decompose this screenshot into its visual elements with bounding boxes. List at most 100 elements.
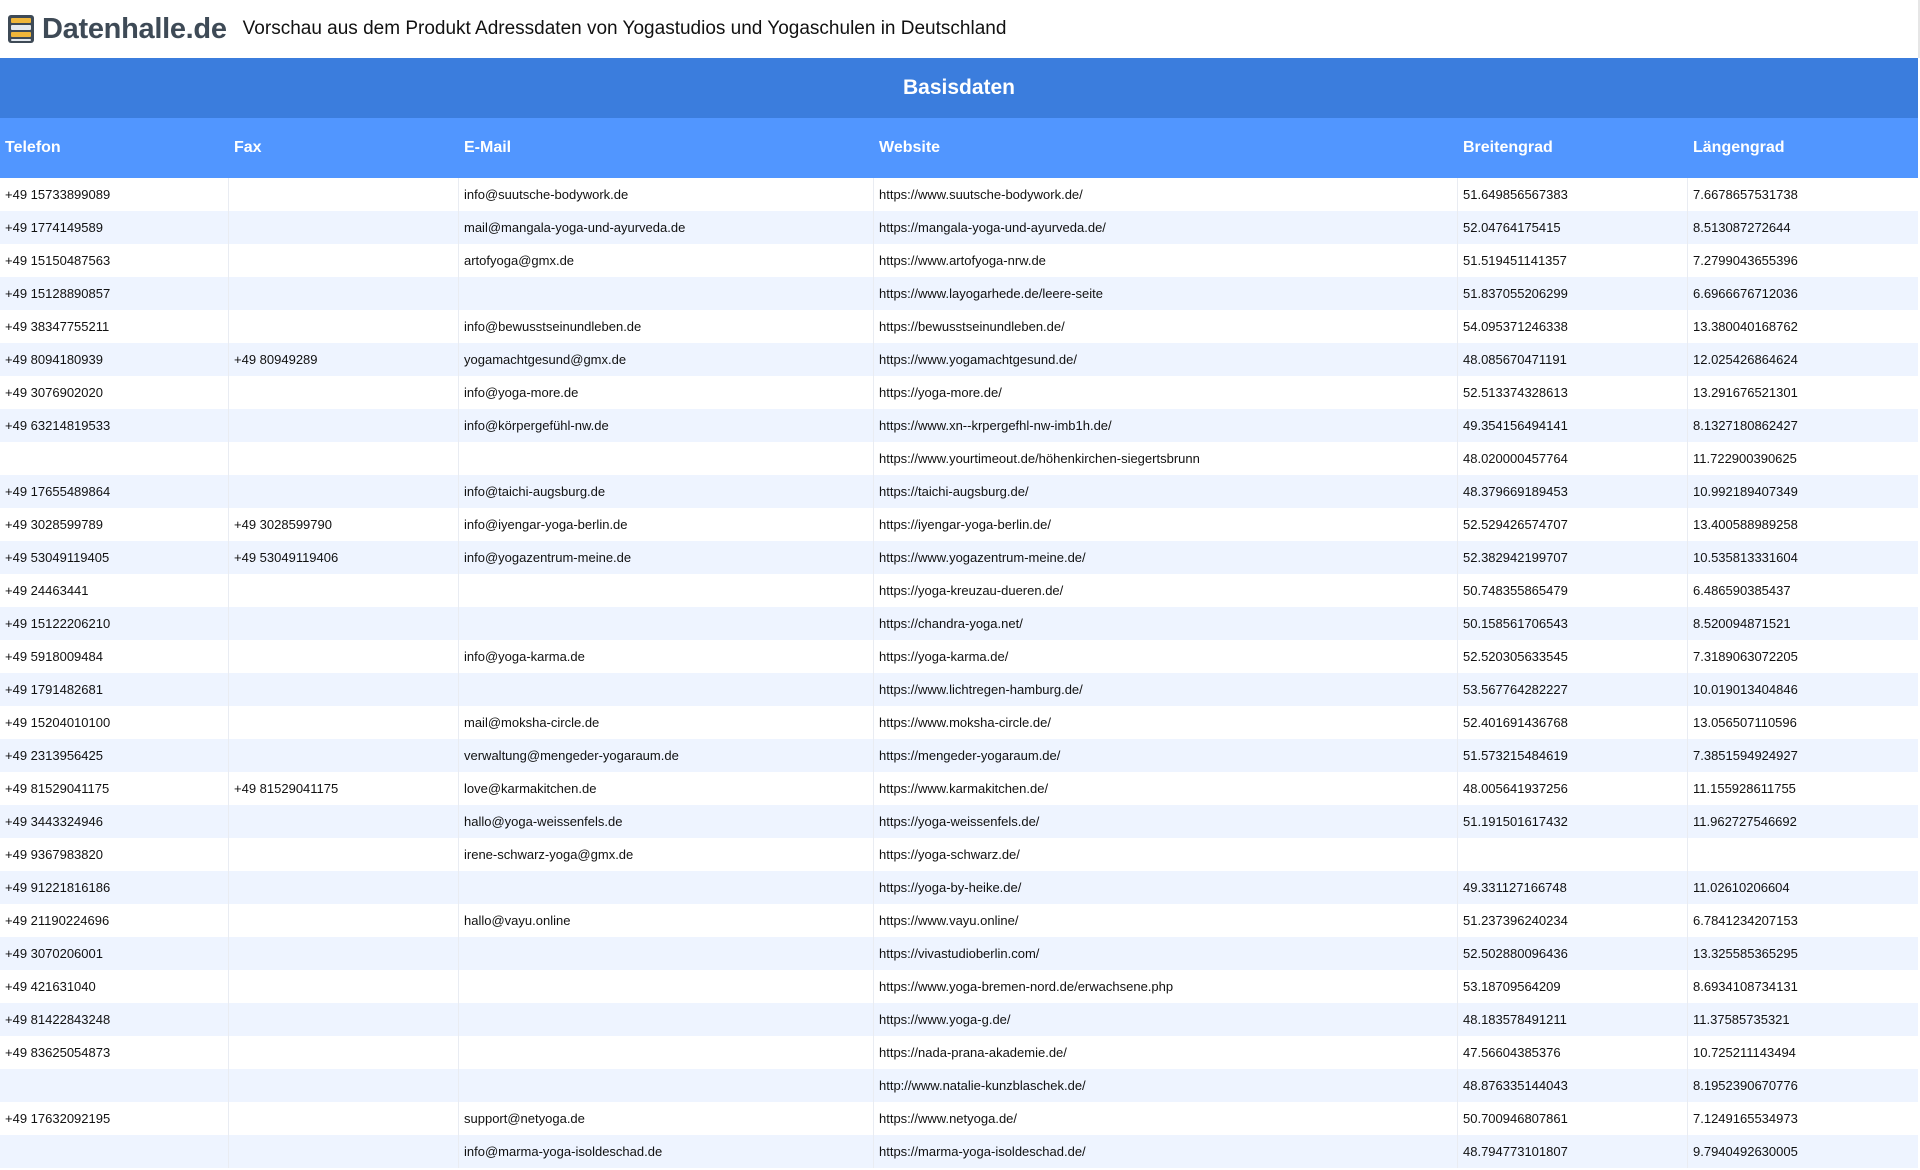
cell-breitengrad: 52.502880096436 (1458, 937, 1688, 970)
cell-email (459, 277, 874, 310)
cell-laengengrad: 13.291676521301 (1693, 385, 1798, 400)
cell-website: https://taichi-augsburg.de/ (874, 475, 1458, 508)
cell-email (459, 1036, 874, 1069)
cell-laengengrad: 7.6678657531738 (1693, 187, 1798, 202)
cell-fax (229, 211, 459, 244)
cell-laengengrad: 8.1952390670776 (1693, 1078, 1798, 1093)
logo[interactable]: Datenhalle.de (6, 12, 227, 46)
cell-email (459, 673, 874, 706)
cell-breitengrad: 50.748355865479 (1458, 574, 1688, 607)
cell-telefon: +49 24463441 (0, 574, 229, 607)
cell-telefon: +49 83625054873 (0, 1036, 229, 1069)
cell-breitengrad: 47.56604385376 (1458, 1036, 1688, 1069)
table-row: +49 15122206210 https://chandra-yoga.net/… (0, 607, 1918, 640)
logo-text: Datenhalle.de (42, 12, 227, 45)
table-row: https://www.yourtimeout.de/höhenkirchen-… (0, 442, 1918, 475)
cell-breitengrad: 48.183578491211 (1458, 1003, 1688, 1036)
cell-email: verwaltung@mengeder-yogaraum.de (459, 739, 874, 772)
table-row: +49 2313956425 verwaltung@mengeder-yogara… (0, 739, 1918, 772)
cell-breitengrad: 52.513374328613 (1458, 376, 1688, 409)
cell-email (459, 574, 874, 607)
cell-website: https://yoga-schwarz.de/ (874, 838, 1458, 871)
cell-email (459, 937, 874, 970)
cell-laengengrad: 11.02610206604 (1693, 880, 1790, 895)
cell-laengengrad: 7.2799043655396 (1693, 253, 1798, 268)
cell-fax: +49 81529041175 (229, 772, 459, 805)
cell-breitengrad: 51.837055206299 (1458, 277, 1688, 310)
data-table: Basisdaten Telefon Fax E-Mail Website Breite… (0, 58, 1918, 1168)
cell-email: info@bewusstseinundleben.de (459, 310, 874, 343)
cell-telefon: +49 3443324946 (0, 805, 229, 838)
cell-breitengrad: 53.567764282227 (1458, 673, 1688, 706)
cell-laengengrad: 9.7940492630005 (1693, 1144, 1798, 1159)
table-row: +49 17632092195 support@netyoga.de https:/… (0, 1102, 1918, 1135)
table-row: +49 21190224696 hallo@vayu.online https://… (0, 904, 1918, 937)
cell-website: https://www.lichtregen-hamburg.de/ (874, 673, 1458, 706)
cell-email: info@marma-yoga-isoldeschad.de (459, 1135, 874, 1168)
cell-fax (229, 970, 459, 1003)
table-row: +49 9367983820 irene-schwarz-yoga@gmx.de h… (0, 838, 1918, 871)
cell-telefon: +49 91221816186 (0, 871, 229, 904)
cell-telefon: +49 15150487563 (0, 244, 229, 277)
cell-telefon: +49 81529041175 (0, 772, 229, 805)
cell-fax (229, 310, 459, 343)
cell-fax (229, 409, 459, 442)
cell-telefon: +49 81422843248 (0, 1003, 229, 1036)
cell-website: https://bewusstseinundleben.de/ (874, 310, 1458, 343)
cell-telefon: +49 2313956425 (0, 739, 229, 772)
cell-breitengrad: 53.18709564209 (1458, 970, 1688, 1003)
table-row: +49 8094180939 +49 80949289 yogamachtgesun… (0, 343, 1918, 376)
cell-fax (229, 640, 459, 673)
cell-laengengrad: 12.025426864624 (1693, 352, 1798, 367)
table-row: +49 5918009484 info@yoga-karma.de https://… (0, 640, 1918, 673)
table-row: +49 1791482681 https://www.lichtregen-ham… (0, 673, 1918, 706)
table-row: +49 3443324946 hallo@yoga-weissenfels.de h… (0, 805, 1918, 838)
cell-laengengrad: 11.962727546692 (1693, 814, 1797, 829)
table-row: +49 15128890857 https://www.layogarhede.d… (0, 277, 1918, 310)
cell-laengengrad: 6.6966676712036 (1693, 286, 1798, 301)
cell-email (459, 607, 874, 640)
table-row: +49 421631040 https://www.yoga-bremen-nor… (0, 970, 1918, 1003)
cell-telefon: +49 15204010100 (0, 706, 229, 739)
cell-telefon: +49 3076902020 (0, 376, 229, 409)
cell-laengengrad: 8.520094871521 (1693, 616, 1791, 631)
cell-laengengrad: 10.535813331604 (1693, 550, 1798, 565)
cell-laengengrad: 8.1327180862427 (1693, 418, 1798, 433)
table-row: +49 17655489864 info@taichi-augsburg.de ht… (0, 475, 1918, 508)
cell-breitengrad: 52.520305633545 (1458, 640, 1688, 673)
cell-website: https://www.vayu.online/ (874, 904, 1458, 937)
cell-breitengrad: 51.573215484619 (1458, 739, 1688, 772)
cell-website: http://www.natalie-kunzblaschek.de/ (874, 1069, 1458, 1102)
table-row: +49 3070206001 https://vivastudioberlin.c… (0, 937, 1918, 970)
cell-telefon: +49 5918009484 (0, 640, 229, 673)
cell-breitengrad: 48.020000457764 (1458, 442, 1688, 475)
cell-email: info@yogazentrum-meine.de (459, 541, 874, 574)
cell-website: https://yoga-kreuzau-dueren.de/ (874, 574, 1458, 607)
cell-telefon: +49 17632092195 (0, 1102, 229, 1135)
cell-email: info@suutsche-bodywork.de (459, 178, 874, 211)
cell-breitengrad: 52.04764175415 (1458, 211, 1688, 244)
cell-email (459, 1069, 874, 1102)
table-row: +49 1774149589 mail@mangala-yoga-und-ayur… (0, 211, 1918, 244)
cell-website: https://www.moksha-circle.de/ (874, 706, 1458, 739)
cell-fax (229, 277, 459, 310)
cell-email: info@yoga-more.de (459, 376, 874, 409)
cell-website: https://yoga-by-heike.de/ (874, 871, 1458, 904)
cell-fax (229, 805, 459, 838)
cell-fax (229, 1036, 459, 1069)
table-row: info@marma-yoga-isoldeschad.de https://ma… (0, 1135, 1918, 1168)
cell-fax (229, 475, 459, 508)
column-header-laengengrad: Längengrad (1693, 139, 1785, 156)
cell-fax (229, 178, 459, 211)
cell-laengengrad: 8.6934108734131 (1693, 979, 1798, 994)
cell-laengengrad: 11.155928611755 (1693, 781, 1796, 796)
cell-breitengrad: 51.649856567383 (1458, 178, 1688, 211)
cell-email (459, 442, 874, 475)
top-bar: Datenhalle.de Vorschau aus dem Produkt A… (0, 0, 1920, 58)
cell-telefon: +49 53049119405 (0, 541, 229, 574)
cell-fax (229, 706, 459, 739)
cell-breitengrad: 52.401691436768 (1458, 706, 1688, 739)
cell-breitengrad: 49.354156494141 (1458, 409, 1688, 442)
cell-laengengrad: 7.3189063072205 (1693, 649, 1798, 664)
cell-laengengrad: 10.019013404846 (1693, 682, 1798, 697)
